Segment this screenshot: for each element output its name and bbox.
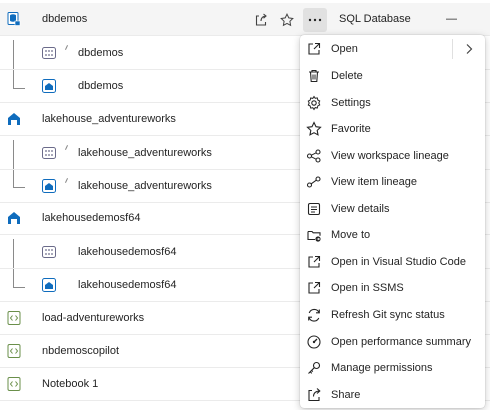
notebook-icon — [7, 311, 21, 325]
item-lineage-icon — [306, 176, 321, 188]
menu-item-label: Refresh Git sync status — [331, 309, 445, 321]
open-external-icon — [308, 281, 321, 294]
menu-item-label: View details — [331, 203, 390, 215]
gear-icon — [307, 95, 321, 111]
menu-item-open-in-vscode[interactable]: Open in Visual Studio Code — [300, 249, 485, 275]
menu-item-open-performance-summary[interactable]: Open performance summary — [300, 329, 485, 355]
semantic-model-icon — [42, 179, 56, 193]
item-name[interactable]: lakehousedemosf64 — [42, 212, 140, 224]
context-menu: Open Delete Settings Favorite View works… — [300, 35, 485, 408]
share-icon — [255, 13, 267, 26]
item-dash: — — [446, 13, 457, 25]
menu-item-manage-permissions[interactable]: Manage permissions — [300, 355, 485, 381]
item-name[interactable]: lakehouse_adventureworks — [78, 147, 212, 159]
sql-endpoint-icon — [42, 246, 56, 258]
item-name[interactable]: lakehouse_adventureworks — [78, 180, 212, 192]
menu-item-view-details[interactable]: View details — [300, 196, 485, 222]
performance-icon — [307, 335, 321, 349]
menu-item-label: Manage permissions — [331, 362, 433, 374]
menu-item-label: Open in Visual Studio Code — [331, 256, 466, 268]
tick-mark — [64, 178, 69, 183]
open-external-icon — [308, 255, 321, 268]
ellipsis-icon — [308, 18, 322, 22]
menu-item-label: Share — [331, 389, 361, 401]
more-options-button[interactable] — [303, 8, 327, 32]
lakehouse-icon — [8, 113, 20, 125]
menu-item-delete[interactable]: Delete — [300, 63, 485, 89]
menu-item-label: Open — [331, 43, 358, 55]
lakehouse-icon — [8, 212, 20, 224]
item-name[interactable]: nbdemoscopilot — [42, 345, 119, 357]
sql-endpoint-icon — [42, 47, 56, 59]
item-name[interactable]: dbdemos — [78, 80, 123, 92]
semantic-model-icon — [42, 278, 56, 292]
chevron-right-icon[interactable] — [462, 42, 476, 56]
item-name[interactable]: load-adventureworks — [42, 312, 144, 324]
key-icon — [308, 361, 321, 374]
item-name[interactable]: lakehouse_adventureworks — [42, 113, 176, 125]
list-item[interactable]: dbdemos SQL Database — — [0, 3, 490, 36]
menu-item-label: Open in SSMS — [331, 282, 404, 294]
open-icon — [308, 42, 321, 55]
menu-item-label: Move to — [331, 229, 371, 241]
star-icon — [306, 121, 322, 136]
semantic-model-icon — [42, 79, 56, 93]
refresh-icon — [308, 308, 320, 322]
star-icon — [280, 13, 294, 27]
menu-item-open[interactable]: Open — [300, 36, 485, 62]
item-name[interactable]: dbdemos — [78, 47, 123, 59]
menu-item-label: Favorite — [331, 123, 371, 135]
menu-item-settings[interactable]: Settings — [300, 90, 485, 116]
share-action[interactable] — [252, 11, 270, 29]
menu-item-favorite[interactable]: Favorite — [300, 116, 485, 142]
tick-mark — [64, 145, 69, 150]
menu-item-label: View item lineage — [331, 176, 418, 188]
menu-item-share[interactable]: Share — [300, 382, 485, 408]
item-name[interactable]: Notebook 1 — [42, 378, 98, 390]
notebook-icon — [7, 344, 21, 358]
menu-item-label: Open performance summary — [331, 336, 471, 348]
item-type: SQL Database — [339, 13, 411, 25]
menu-item-move-to[interactable]: Move to — [300, 222, 485, 248]
move-icon — [307, 230, 321, 242]
menu-item-label: View workspace lineage — [331, 150, 449, 162]
item-name[interactable]: lakehousedemosf64 — [78, 246, 176, 258]
menu-item-view-workspace-lineage[interactable]: View workspace lineage — [300, 143, 485, 169]
lineage-icon — [306, 149, 321, 163]
details-icon — [307, 202, 321, 216]
menu-item-open-in-ssms[interactable]: Open in SSMS — [300, 275, 485, 301]
share-icon — [308, 388, 321, 402]
menu-item-label: Settings — [331, 97, 371, 109]
menu-item-refresh-git-sync[interactable]: Refresh Git sync status — [300, 302, 485, 328]
sql-endpoint-icon — [42, 147, 56, 159]
item-name[interactable]: lakehousedemosf64 — [78, 279, 176, 291]
menu-item-label: Delete — [331, 70, 363, 82]
trash-icon — [309, 69, 319, 83]
item-name[interactable]: dbdemos — [42, 13, 87, 25]
divider — [452, 39, 453, 59]
notebook-icon — [7, 377, 21, 391]
favorite-action[interactable] — [278, 11, 296, 29]
menu-item-view-item-lineage[interactable]: View item lineage — [300, 169, 485, 195]
sql-database-icon — [7, 12, 21, 26]
tick-mark — [64, 45, 69, 50]
